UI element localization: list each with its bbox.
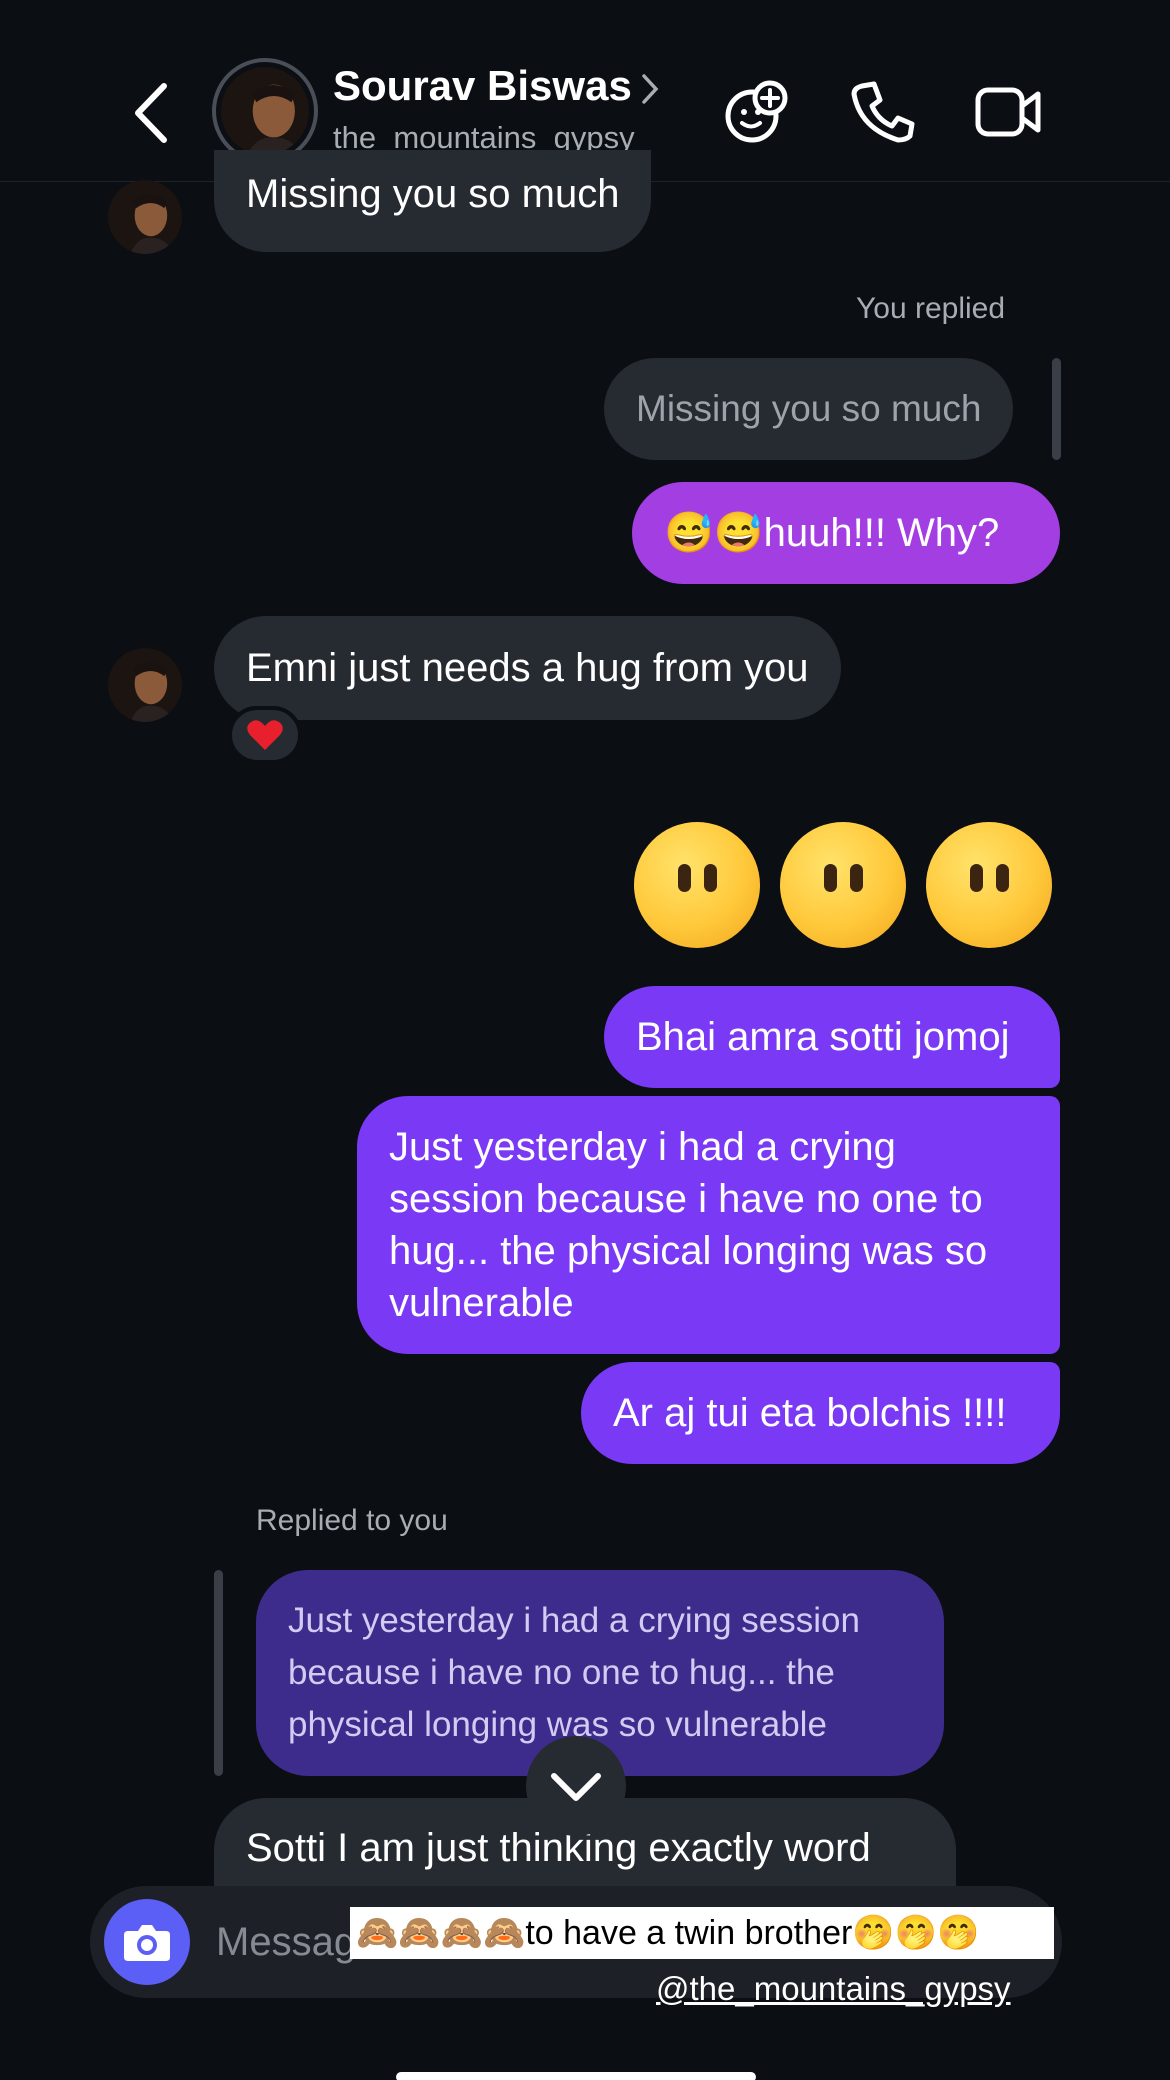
- no-mouth-face-emoji[interactable]: [926, 822, 1052, 948]
- overlay-caption: 🙈🙈🙈🙈to have a twin brother🤭🤭🤭: [350, 1907, 1054, 1959]
- back-icon[interactable]: [120, 78, 180, 148]
- overlay-handle: @the_mountains_gypsy: [656, 1970, 1011, 2007]
- home-indicator: [396, 2072, 756, 2080]
- reply-indicator-bar: [1052, 358, 1061, 460]
- sticker-icon[interactable]: [722, 78, 792, 144]
- replied-to-you-label: Replied to you: [256, 1504, 448, 1537]
- outgoing-message[interactable]: Bhai amra sotti jomoj: [604, 986, 1060, 1088]
- sender-avatar[interactable]: [108, 648, 182, 722]
- no-mouth-face-emoji[interactable]: [780, 822, 906, 948]
- incoming-message[interactable]: Missing you so much: [214, 150, 652, 252]
- chevron-right-icon[interactable]: [640, 72, 660, 106]
- quoted-reply-text: Just yesterday i had a crying session be…: [288, 1601, 860, 1744]
- phone-icon[interactable]: [848, 78, 918, 144]
- sender-avatar[interactable]: [108, 180, 182, 254]
- you-replied-label: You replied: [856, 292, 1006, 325]
- video-icon[interactable]: [974, 78, 1044, 144]
- scroll-to-bottom-button[interactable]: [526, 1736, 626, 1836]
- reply-indicator-bar: [214, 1570, 223, 1776]
- outgoing-message[interactable]: Ar aj tui eta bolchis !!!!: [581, 1362, 1060, 1464]
- outgoing-message[interactable]: 😅😅huuh!!! Why?: [632, 482, 1060, 584]
- contact-name[interactable]: Sourav Biswas: [333, 62, 632, 110]
- incoming-message[interactable]: Emni just needs a hug from you: [214, 616, 841, 720]
- camera-icon[interactable]: [104, 1899, 190, 1985]
- heart-reaction[interactable]: [228, 706, 302, 764]
- quoted-reply[interactable]: Missing you so much: [604, 358, 1014, 460]
- outgoing-message[interactable]: Just yesterday i had a crying session be…: [357, 1096, 1060, 1354]
- contact-avatar[interactable]: [212, 58, 318, 164]
- no-mouth-face-emoji[interactable]: [634, 822, 760, 948]
- chevron-down-icon: [551, 1773, 601, 1801]
- outgoing-message-text: Just yesterday i had a crying session be…: [389, 1125, 988, 1325]
